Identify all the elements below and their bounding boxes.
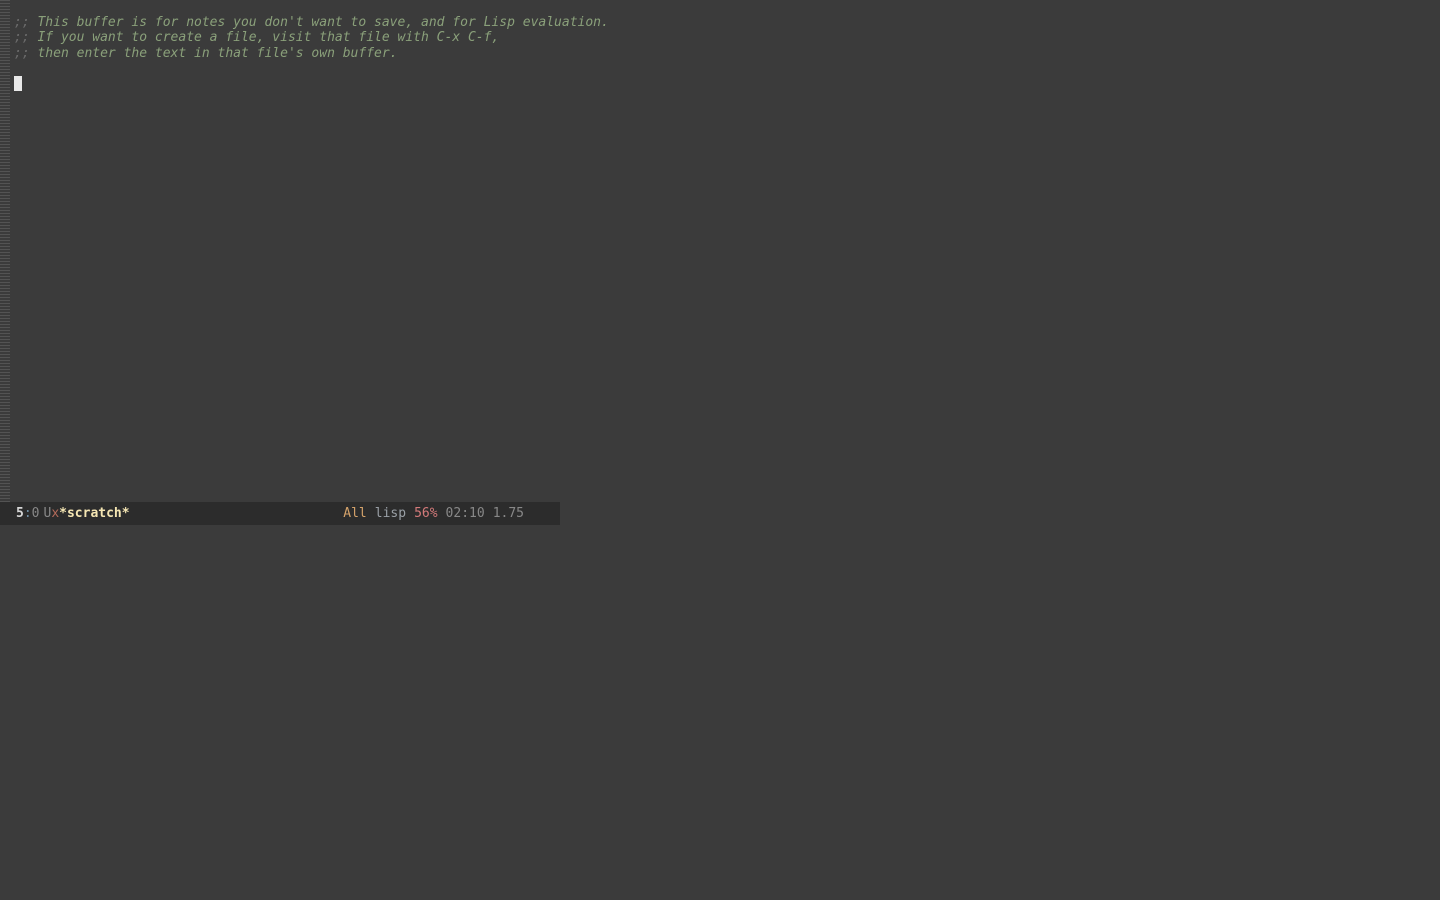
- mode-line-percent: 56%: [414, 506, 437, 521]
- comment-delim: ;;: [14, 30, 37, 45]
- mode-line-separator: :: [24, 506, 32, 521]
- mode-line-load: 1.75: [493, 506, 524, 521]
- scratch-comment-line: then enter the text in that file's own b…: [37, 46, 397, 61]
- scratch-comment-line: If you want to create a file, visit that…: [37, 30, 499, 45]
- mode-line-buffer-name[interactable]: *scratch*: [59, 506, 129, 521]
- comment-delim: ;;: [14, 15, 37, 30]
- mode-line-position: All: [343, 506, 366, 521]
- scratch-comment-line: This buffer is for notes you don't want …: [37, 15, 608, 30]
- mode-line-left: 5: 0 Ux*scratch*: [16, 506, 130, 521]
- mode-line-coding-flag: U: [43, 506, 51, 521]
- comment-delim: ;;: [14, 46, 37, 61]
- mode-line-right: All lisp 56% 02:10 1.75: [343, 506, 556, 521]
- mode-line-time: 02:10: [446, 506, 485, 521]
- buffer-text-area[interactable]: ;; This buffer is for notes you don't wa…: [0, 0, 560, 502]
- text-cursor: [14, 76, 22, 91]
- editor-window: ;; This buffer is for notes you don't wa…: [0, 0, 560, 525]
- mode-line-line-number: 5: [16, 506, 24, 521]
- mode-line[interactable]: 5: 0 Ux*scratch* All lisp 56% 02:10 1.75: [0, 502, 560, 525]
- mode-line-major-mode[interactable]: lisp: [375, 506, 406, 521]
- mode-line-column-number: 0: [32, 506, 40, 521]
- mode-line-modified-flag: x: [51, 506, 59, 521]
